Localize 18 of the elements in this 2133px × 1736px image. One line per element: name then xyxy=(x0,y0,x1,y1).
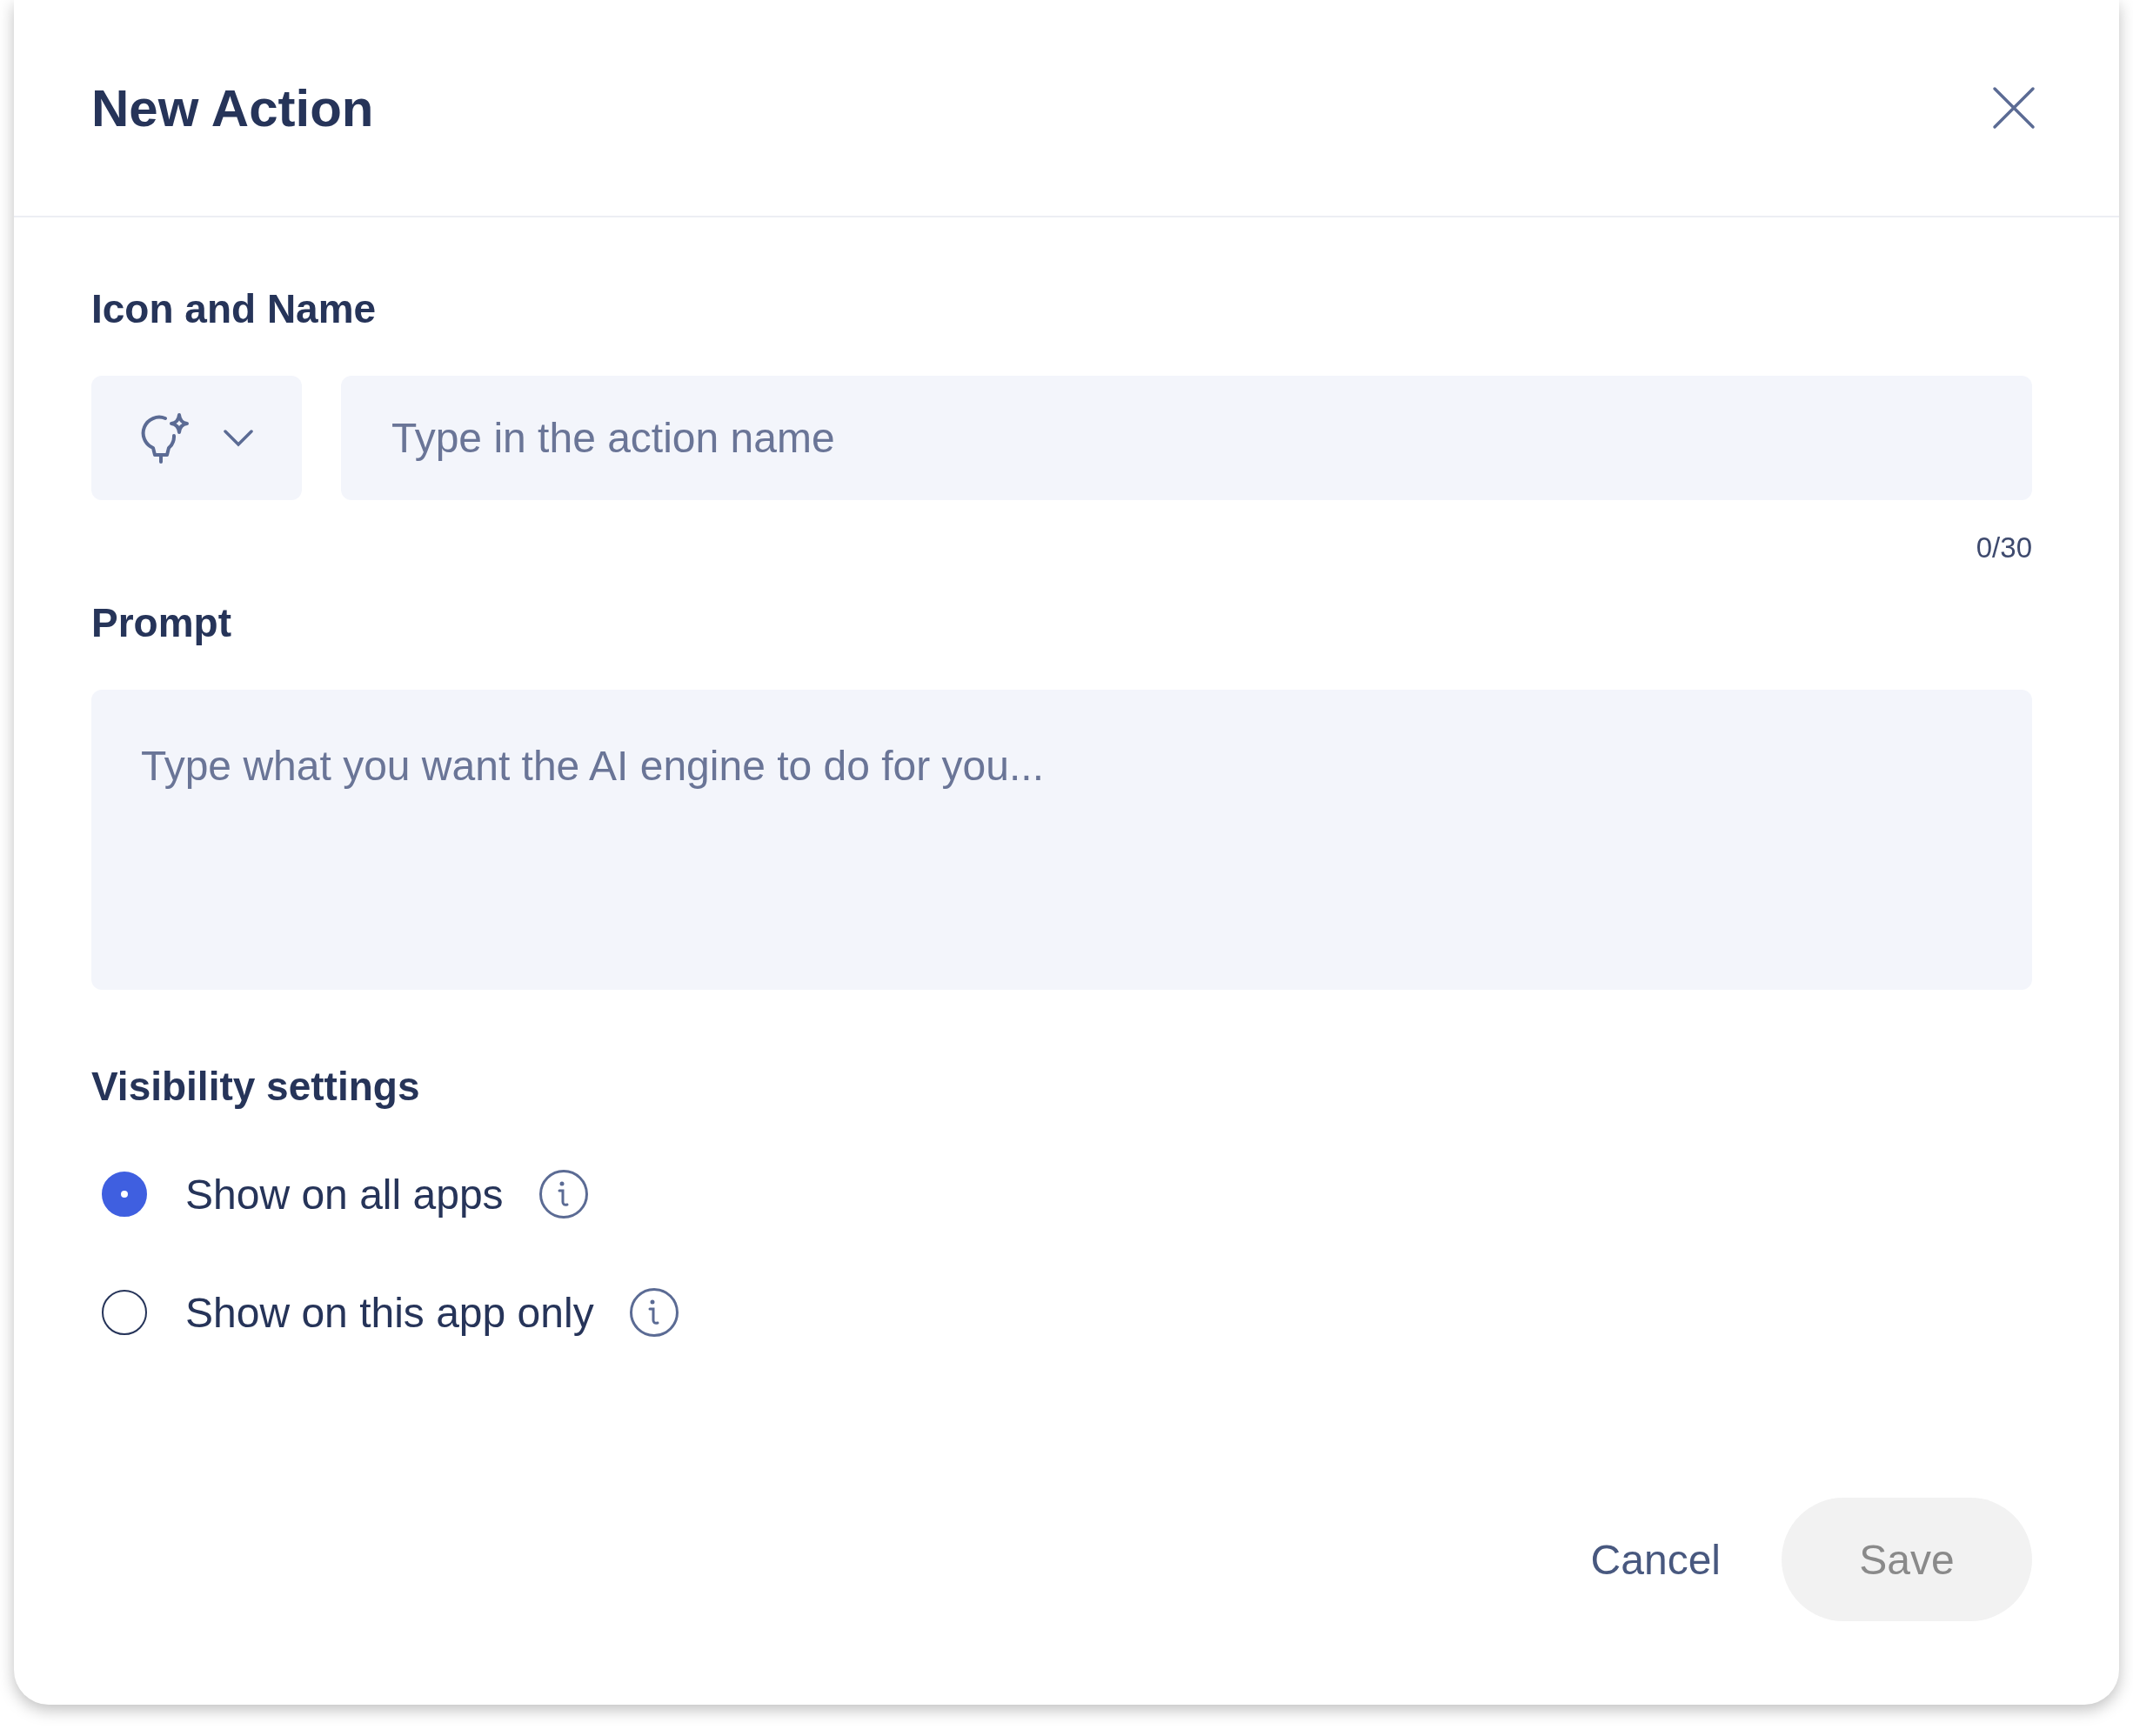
radio-button[interactable] xyxy=(102,1290,147,1335)
prompt-field[interactable]: Type what you want the AI engine to do for you... xyxy=(91,690,2032,990)
section-label: Prompt xyxy=(91,599,231,646)
character-counter: 0/30 xyxy=(1976,531,2032,564)
info-icon[interactable] xyxy=(538,1169,589,1219)
dialog-title: New Action xyxy=(91,77,374,138)
info-icon[interactable] xyxy=(628,1287,679,1338)
action-name-field[interactable]: Type in the action name xyxy=(341,376,2032,500)
option-label: Show on this app only xyxy=(185,1288,594,1337)
cancel-button[interactable]: Cancel xyxy=(1590,1535,1721,1584)
section-label: Visibility settings xyxy=(91,1063,420,1110)
section-label: Icon and Name xyxy=(91,285,377,332)
chevron-down-icon xyxy=(223,428,254,448)
close-button[interactable] xyxy=(1991,85,2036,130)
close-icon xyxy=(1991,85,2036,130)
option-label: Show on all apps xyxy=(185,1170,504,1219)
radio-button[interactable] xyxy=(102,1172,147,1217)
icon-picker[interactable] xyxy=(91,376,302,500)
